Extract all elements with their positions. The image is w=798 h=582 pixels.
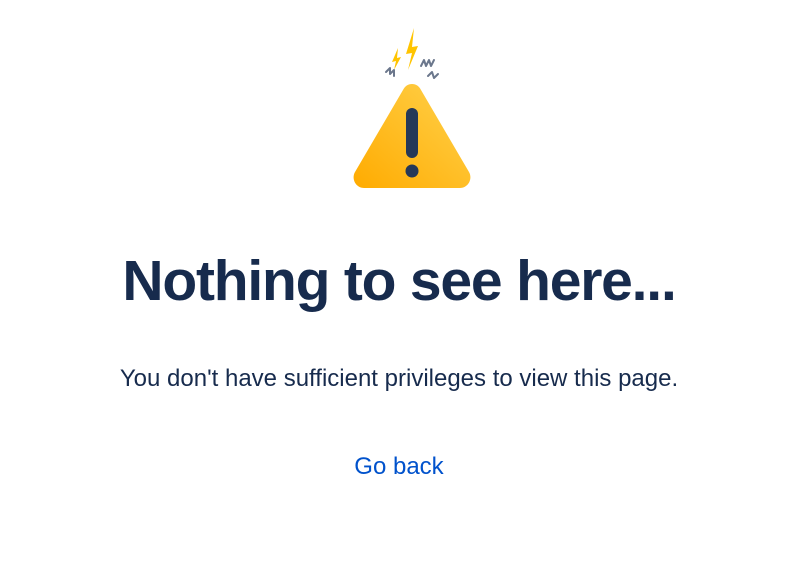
exclamation-mark-icon [405, 108, 419, 178]
go-back-container: Go back [0, 452, 798, 482]
error-message: You don't have sufficient privileges to … [119, 365, 679, 392]
warning-triangle-icon [348, 26, 476, 190]
spark-squiggle-icon [385, 59, 439, 79]
go-back-link[interactable]: Go back [354, 453, 443, 480]
spark-lightning-icon [392, 28, 418, 70]
page-title: Nothing to see here... [122, 249, 676, 313]
